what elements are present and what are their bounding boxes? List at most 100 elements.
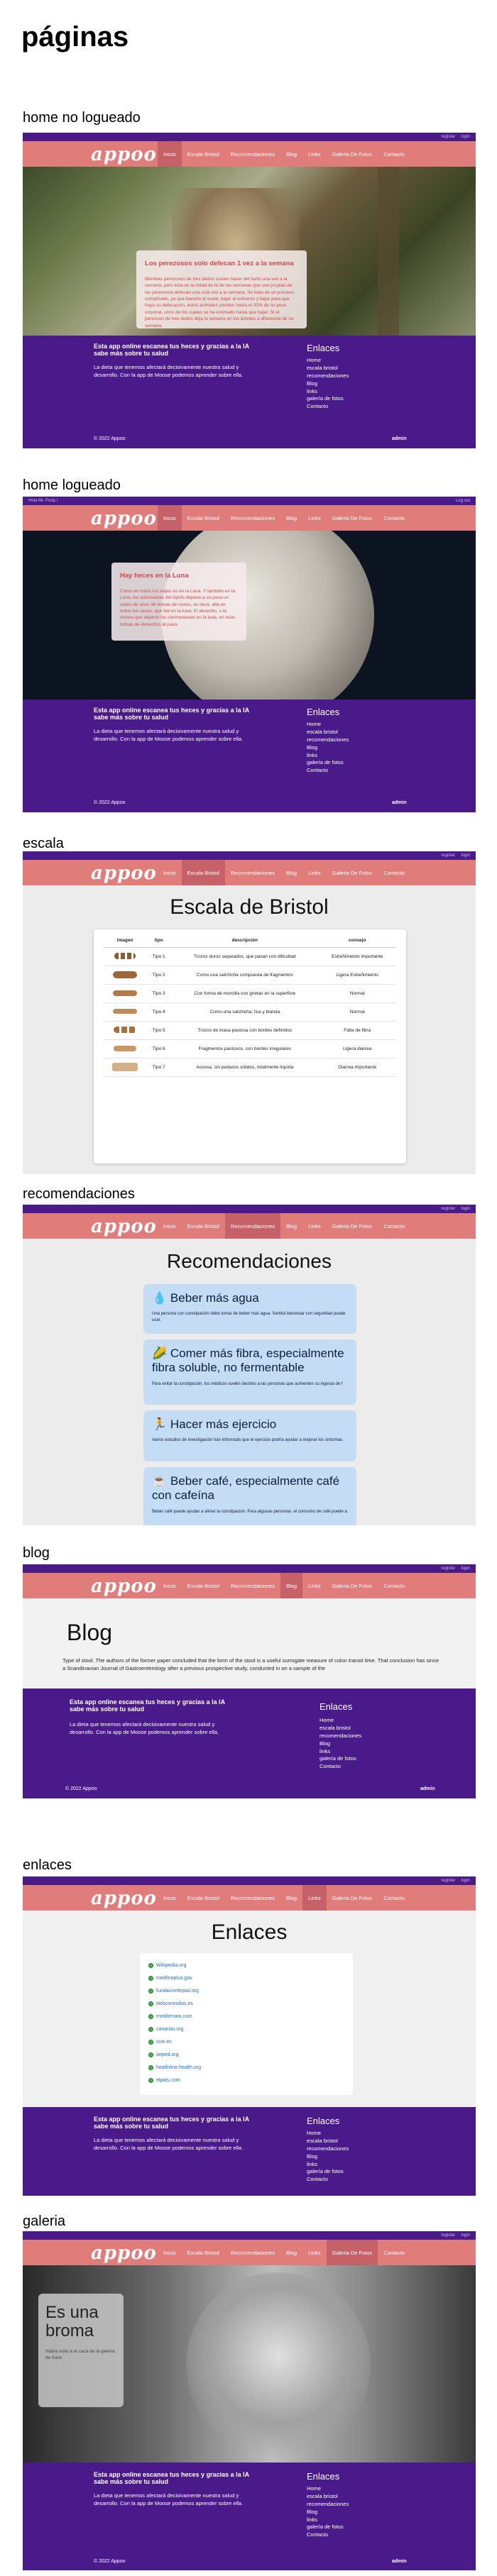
link-text[interactable]: webconsultas.es — [156, 2001, 193, 2006]
list-item[interactable]: healthline.health.org — [148, 2061, 344, 2074]
nav-recomendaciones[interactable]: Recomendaciones — [224, 1213, 281, 1239]
nav-galeria[interactable]: Galeria De Fotos — [327, 141, 378, 167]
nav-escala[interactable]: Escala Bristol — [181, 860, 225, 885]
footer-link-recs[interactable]: recomendaciones — [307, 2501, 349, 2509]
nav-blog[interactable]: Blog — [280, 1885, 302, 1911]
nav-blog[interactable]: Blog — [280, 1573, 303, 1598]
link-text[interactable]: scie.es — [156, 2040, 172, 2045]
nav-links[interactable]: Links — [302, 2240, 327, 2265]
footer-link-galeria[interactable]: galería de fotos — [307, 395, 349, 403]
nav-links[interactable]: Links — [302, 860, 327, 885]
nav-inicio[interactable]: Inicio — [158, 1213, 182, 1239]
brand-logo[interactable]: appoo — [91, 508, 157, 529]
nav-galeria[interactable]: Galeria De Fotos — [327, 1885, 378, 1911]
footer-link-links[interactable]: links — [307, 388, 349, 396]
link-text[interactable]: medlineplus.gov — [156, 1976, 192, 1981]
footer-link-escala[interactable]: escala bristol — [307, 2138, 349, 2145]
footer-link-escala[interactable]: escala bristol — [307, 2493, 349, 2501]
nav-inicio[interactable]: Inicio — [158, 860, 182, 885]
link-text[interactable]: mediterram.com — [156, 2014, 192, 2019]
footer-link-contacto[interactable]: Contacto — [307, 403, 349, 411]
login-link[interactable]: login — [461, 1207, 470, 1211]
nav-inicio[interactable]: Inicio — [158, 1573, 182, 1598]
register-link[interactable]: register — [441, 1566, 455, 1571]
footer-link-contacto[interactable]: Contacto — [307, 2531, 349, 2539]
nav-recomendaciones[interactable]: Recomendaciones — [225, 2240, 280, 2265]
footer-link-galeria[interactable]: galería de fotos — [307, 2168, 349, 2176]
login-link[interactable]: login — [461, 853, 470, 858]
login-link[interactable]: login — [461, 2233, 470, 2238]
nav-escala[interactable]: Escala Bristol — [182, 1885, 225, 1911]
nav-galeria[interactable]: Galeria De Fotos — [326, 2240, 378, 2265]
link-text[interactable]: Wikipedia.org — [156, 1963, 186, 1968]
footer-link-blog[interactable]: Blog — [307, 744, 349, 752]
register-link[interactable]: register — [441, 135, 455, 139]
footer-link-home[interactable]: Home — [307, 2485, 349, 2493]
footer-link-escala[interactable]: escala bristol — [307, 729, 349, 736]
register-link[interactable]: register — [441, 1879, 455, 1883]
nav-recomendaciones[interactable]: Recomendaciones — [225, 860, 280, 885]
nav-links[interactable]: Links — [302, 1213, 327, 1239]
login-link[interactable]: login — [461, 135, 470, 139]
nav-blog[interactable]: Blog — [280, 1213, 302, 1239]
footer-link-galeria[interactable]: galería de fotos — [320, 1755, 361, 1763]
nav-galeria[interactable]: Galeria De Fotos — [327, 505, 378, 531]
footer-link-blog[interactable]: Blog — [307, 380, 349, 388]
footer-link-recs[interactable]: recomendaciones — [307, 2145, 349, 2153]
register-link[interactable]: register — [441, 853, 455, 858]
brand-logo[interactable]: appoo — [91, 863, 157, 884]
list-item[interactable]: scie.es — [148, 2035, 344, 2048]
footer-link-galeria[interactable]: galería de fotos — [307, 759, 349, 767]
footer-link-home[interactable]: Home — [307, 721, 349, 729]
nav-contacto[interactable]: Contacto — [378, 141, 410, 167]
footer-link-recs[interactable]: recomendaciones — [320, 1732, 361, 1740]
nav-inicio[interactable]: Inicio — [158, 1885, 182, 1911]
nav-contacto[interactable]: Contacto — [378, 505, 410, 531]
register-link[interactable]: register — [441, 1207, 455, 1211]
footer-link-galeria[interactable]: galería de fotos — [307, 2524, 349, 2531]
footer-link-recs[interactable]: recomendaciones — [307, 736, 349, 744]
nav-galeria[interactable]: Galeria De Fotos — [327, 1573, 378, 1598]
brand-logo[interactable]: appoo — [91, 1888, 157, 1909]
list-item[interactable]: elpais.com — [148, 2074, 344, 2086]
nav-blog[interactable]: Blog — [280, 505, 302, 531]
nav-escala[interactable]: Escala Bristol — [182, 141, 225, 167]
footer-link-recs[interactable]: recomendaciones — [307, 372, 349, 380]
list-item[interactable]: Wikipedia.org — [148, 1959, 344, 1972]
footer-link-contacto[interactable]: Contacto — [307, 2176, 349, 2184]
admin-link[interactable]: admin — [392, 2559, 407, 2564]
nav-escala[interactable]: Escala Bristol — [182, 505, 225, 531]
link-text[interactable]: elpais.com — [156, 2078, 180, 2083]
nav-recomendaciones[interactable]: Recomendaciones — [225, 1885, 280, 1911]
logout-link[interactable]: Log out — [456, 499, 470, 503]
nav-inicio[interactable]: Inicio — [158, 2240, 182, 2265]
footer-link-contacto[interactable]: Contacto — [320, 1763, 361, 1771]
footer-link-links[interactable]: links — [307, 2161, 349, 2169]
nav-inicio[interactable]: Inicio — [158, 505, 182, 531]
footer-link-home[interactable]: Home — [307, 357, 349, 365]
login-link[interactable]: login — [461, 1879, 470, 1883]
nav-contacto[interactable]: Contacto — [378, 1213, 410, 1239]
footer-link-blog[interactable]: Blog — [307, 2153, 349, 2161]
nav-galeria[interactable]: Galeria De Fotos — [327, 860, 378, 885]
list-item[interactable]: webconsultas.es — [148, 1997, 344, 2010]
nav-contacto[interactable]: Contacto — [378, 1573, 410, 1598]
footer-link-escala[interactable]: escala bristol — [307, 365, 349, 372]
nav-escala[interactable]: Escala Bristol — [182, 2240, 225, 2265]
nav-galeria[interactable]: Galeria De Fotos — [327, 1213, 378, 1239]
nav-blog[interactable]: Blog — [280, 860, 302, 885]
list-item[interactable]: aeped.org — [148, 2048, 344, 2061]
nav-recomendaciones[interactable]: Recomendaciones — [225, 1573, 280, 1598]
link-text[interactable]: canarias.org — [156, 2027, 184, 2032]
nav-inicio[interactable]: Inicio — [158, 141, 182, 167]
nav-blog[interactable]: Blog — [280, 141, 302, 167]
brand-logo[interactable]: appoo — [91, 144, 157, 165]
link-text[interactable]: healthline.health.org — [156, 2065, 201, 2070]
admin-link[interactable]: admin — [392, 800, 407, 805]
list-item[interactable]: fundacionfepad.org — [148, 1984, 344, 1997]
footer-link-blog[interactable]: Blog — [307, 2509, 349, 2516]
footer-link-links[interactable]: links — [307, 752, 349, 760]
nav-escala[interactable]: Escala Bristol — [182, 1213, 225, 1239]
admin-link[interactable]: admin — [392, 436, 407, 441]
footer-link-home[interactable]: Home — [307, 2130, 349, 2138]
